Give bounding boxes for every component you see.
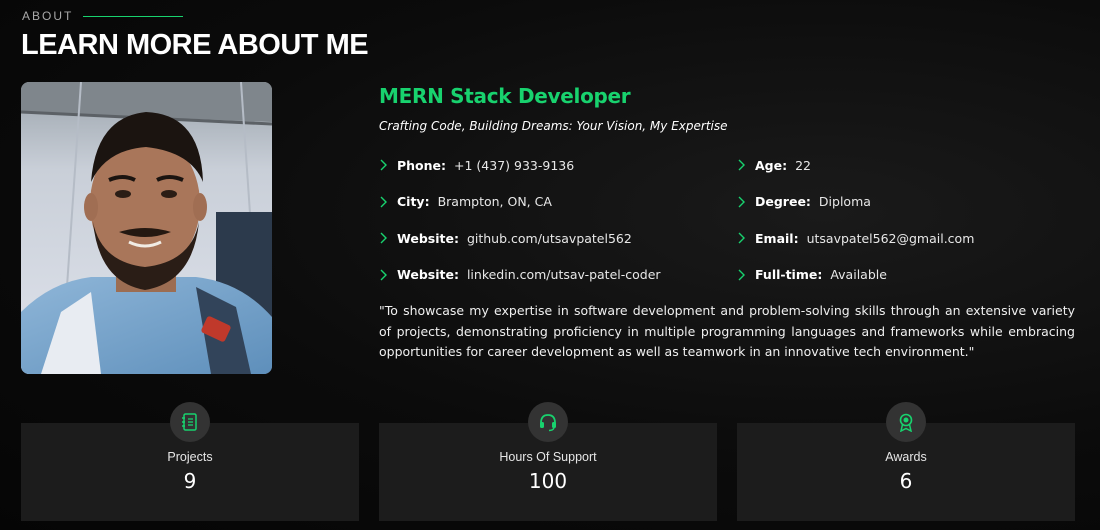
profile-photo-image xyxy=(21,82,272,374)
about-content: MERN Stack Developer Crafting Code, Buil… xyxy=(379,82,1075,363)
info-key: Website: xyxy=(397,230,459,246)
info-key: Full-time: xyxy=(755,267,823,283)
award-icon xyxy=(886,402,926,442)
section-label: ABOUT xyxy=(22,9,184,23)
degree-value: Diploma xyxy=(818,194,871,210)
city-value: Brampton, ON, CA xyxy=(437,194,552,210)
stat-value: 6 xyxy=(899,469,913,493)
role-title: MERN Stack Developer xyxy=(379,84,631,108)
info-key: Degree: xyxy=(755,194,811,210)
info-item-phone: Phone: +1 (437) 933-9136 xyxy=(379,147,737,184)
chevron-right-icon xyxy=(737,196,751,208)
info-item-website-linkedin: Website: linkedin.com/utsav-patel-coder xyxy=(379,257,737,294)
fulltime-value: Available xyxy=(830,267,887,283)
email-link[interactable]: utsavpatel562@gmail.com xyxy=(807,231,975,246)
objective-quote: "To showcase my expertise in software de… xyxy=(379,303,1075,359)
stat-label: Hours Of Support xyxy=(499,450,597,464)
stat-card-support: Hours Of Support 100 xyxy=(379,402,717,521)
info-key: City: xyxy=(397,194,430,210)
section-label-text: ABOUT xyxy=(22,9,74,23)
chevron-right-icon xyxy=(737,269,751,281)
info-key: Website: xyxy=(397,267,459,283)
chevron-right-icon xyxy=(379,159,393,171)
headset-icon xyxy=(528,402,568,442)
stats-row: Projects 9 Hours Of Support 100 Awards 6 xyxy=(21,402,1075,530)
phone-value[interactable]: +1 (437) 933-9136 xyxy=(454,158,574,173)
github-link[interactable]: github.com/utsavpatel562 xyxy=(467,231,632,246)
info-key: Phone: xyxy=(397,157,447,173)
chevron-right-icon xyxy=(379,232,393,244)
chevron-right-icon xyxy=(737,159,751,171)
section-label-divider xyxy=(83,15,184,17)
stat-value: 100 xyxy=(528,469,568,493)
info-item-fulltime: Full-time: Available xyxy=(737,257,1075,294)
info-item-age: Age: 22 xyxy=(737,147,1075,184)
info-grid: Phone: +1 (437) 933-9136 Age: 22 City: B… xyxy=(379,147,1075,293)
stat-card-awards: Awards 6 xyxy=(737,402,1075,521)
stat-label: Awards xyxy=(885,450,927,464)
info-item-city: City: Brampton, ON, CA xyxy=(379,184,737,221)
profile-photo xyxy=(21,82,272,374)
stat-card-projects: Projects 9 xyxy=(21,402,359,521)
info-key: Email: xyxy=(755,230,799,246)
linkedin-link[interactable]: linkedin.com/utsav-patel-coder xyxy=(467,267,661,282)
stat-label: Projects xyxy=(167,450,213,464)
age-value: 22 xyxy=(795,157,812,173)
info-item-degree: Degree: Diploma xyxy=(737,184,1075,221)
journal-icon xyxy=(170,402,210,442)
section-title: LEARN MORE ABOUT ME xyxy=(21,29,369,61)
info-item-email: Email: utsavpatel562@gmail.com xyxy=(737,220,1075,257)
chevron-right-icon xyxy=(379,269,393,281)
info-item-website-github: Website: github.com/utsavpatel562 xyxy=(379,220,737,257)
chevron-right-icon xyxy=(737,232,751,244)
stat-value: 9 xyxy=(183,469,197,493)
tagline: Crafting Code, Building Dreams: Your Vis… xyxy=(379,119,728,133)
info-key: Age: xyxy=(755,157,788,173)
chevron-right-icon xyxy=(379,196,393,208)
